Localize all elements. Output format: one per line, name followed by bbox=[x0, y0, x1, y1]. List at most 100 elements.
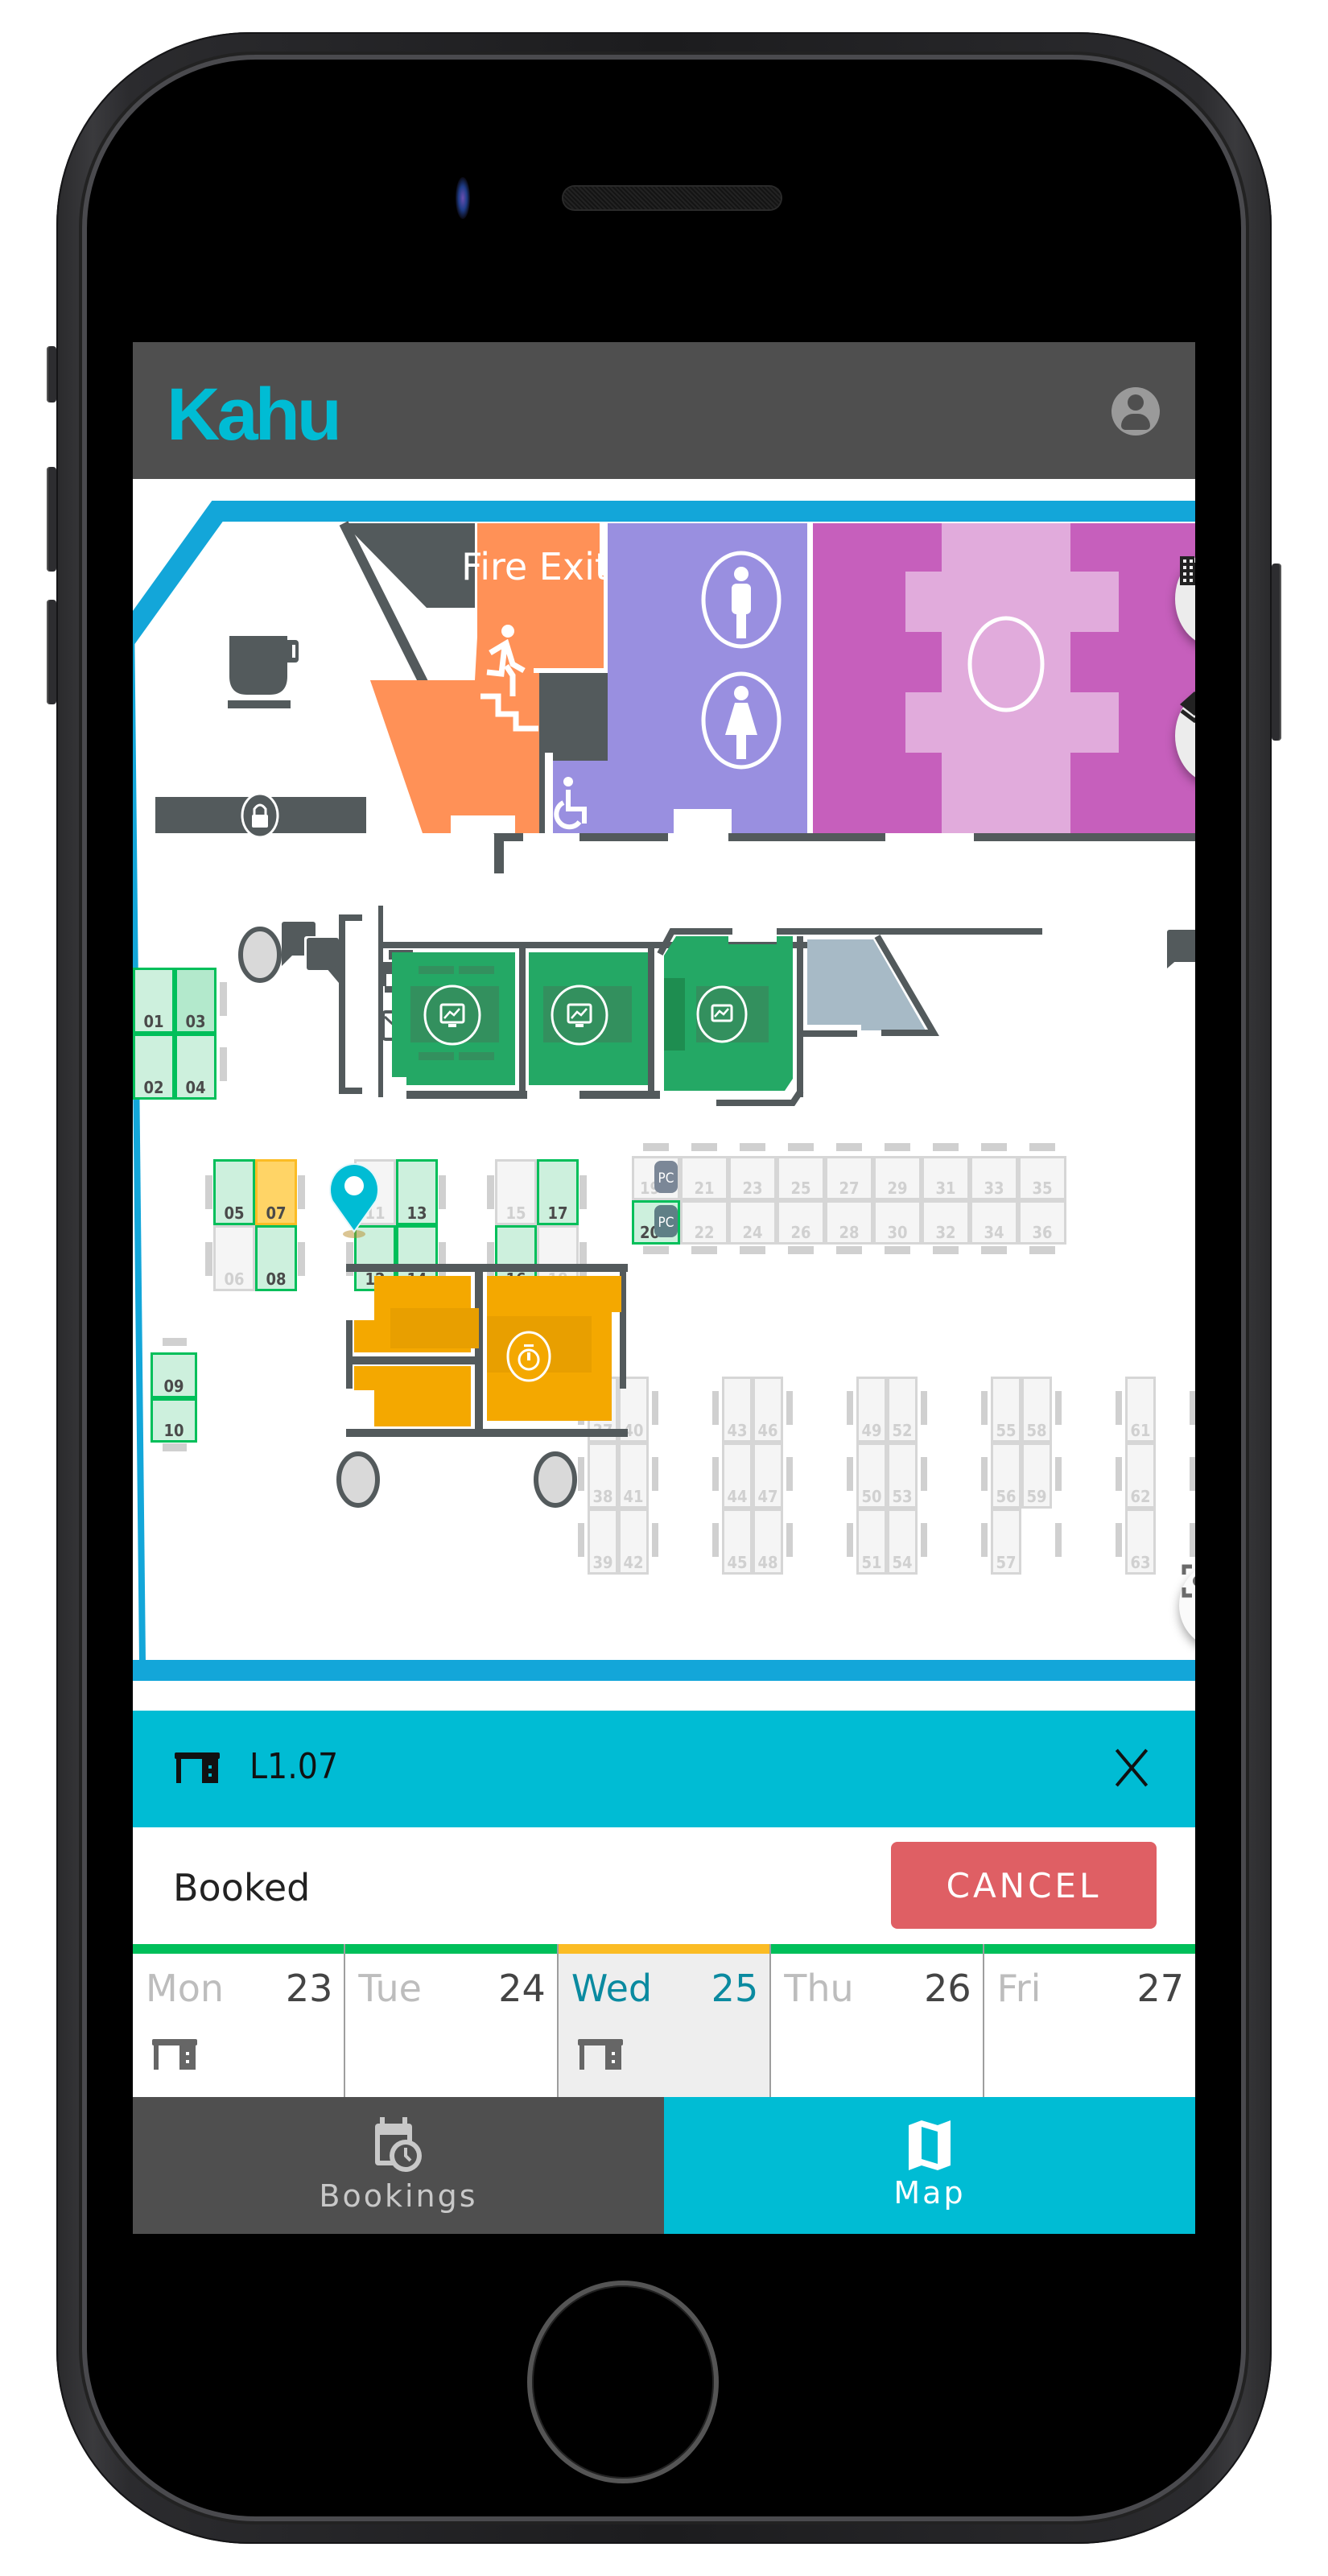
desk-52[interactable]: 52 bbox=[887, 1377, 918, 1443]
chair bbox=[740, 1246, 765, 1254]
desk-08[interactable]: 08 bbox=[255, 1225, 297, 1291]
desk-38[interactable]: 38 bbox=[588, 1443, 618, 1509]
desk-24[interactable]: 24 bbox=[728, 1200, 777, 1245]
desk-51[interactable]: 51 bbox=[856, 1509, 887, 1575]
day-selector: Mon 23 Tue 24 Wed 25 Thu 26 Fri 27 bbox=[133, 1944, 1195, 2097]
desk-59[interactable]: 59 bbox=[1021, 1443, 1052, 1509]
desk-49[interactable]: 49 bbox=[856, 1377, 887, 1443]
desk-30[interactable]: 30 bbox=[873, 1200, 922, 1245]
day-name: Tue bbox=[358, 1967, 422, 2010]
map-icon bbox=[909, 2120, 951, 2170]
chair bbox=[933, 1246, 959, 1254]
chair bbox=[1055, 1391, 1062, 1425]
desk-56[interactable]: 56 bbox=[991, 1443, 1021, 1509]
desk-20[interactable]: 20PC bbox=[632, 1200, 680, 1245]
desk-number: 49 bbox=[861, 1421, 881, 1440]
chair bbox=[836, 1143, 862, 1151]
desk-41[interactable]: 41 bbox=[618, 1443, 649, 1509]
desk-54[interactable]: 54 bbox=[887, 1509, 918, 1575]
day-mon[interactable]: Mon 23 bbox=[133, 1944, 346, 2097]
desk-43[interactable]: 43 bbox=[722, 1377, 753, 1443]
desk-23[interactable]: 23 bbox=[728, 1156, 777, 1200]
chair bbox=[712, 1391, 719, 1425]
meeting-room-1 bbox=[392, 952, 515, 1085]
desk-27[interactable]: 27 bbox=[825, 1156, 873, 1200]
account-circle-icon[interactable] bbox=[1111, 387, 1160, 436]
desk-46[interactable]: 46 bbox=[753, 1377, 783, 1443]
desk-detail-header: L1.07 bbox=[133, 1711, 1195, 1827]
desk-13[interactable]: 13 bbox=[396, 1159, 438, 1225]
day-number: 27 bbox=[1136, 1967, 1185, 2010]
desk-21[interactable]: 21 bbox=[680, 1156, 728, 1200]
desk-number: 13 bbox=[406, 1203, 427, 1223]
desk-19[interactable]: 19PC bbox=[632, 1156, 680, 1200]
floor-plan-svg[interactable]: Fire Exit 1011 13 15 1719PC20PC212223242… bbox=[133, 479, 1195, 1711]
day-tue[interactable]: Tue 24 bbox=[345, 1944, 559, 2097]
desk-01[interactable]: 01 bbox=[133, 968, 175, 1034]
desk-09[interactable]: 09 bbox=[151, 1352, 197, 1398]
desk-number: 06 bbox=[224, 1269, 244, 1289]
desk-55[interactable]: 55 bbox=[991, 1377, 1021, 1443]
desk-62[interactable]: 62 bbox=[1125, 1443, 1156, 1509]
chair bbox=[981, 1457, 988, 1491]
day-wed[interactable]: Wed 25 bbox=[558, 1944, 772, 2097]
desk-05[interactable]: 05 bbox=[213, 1159, 255, 1225]
desk-15[interactable]: 15 bbox=[495, 1159, 537, 1225]
desk-42[interactable]: 42 bbox=[618, 1509, 649, 1575]
desk-02[interactable]: 02 bbox=[133, 1034, 175, 1100]
desk-number: 09 bbox=[163, 1377, 184, 1396]
desk-53[interactable]: 53 bbox=[887, 1443, 918, 1509]
home-button[interactable] bbox=[527, 2281, 719, 2483]
building-icon bbox=[1180, 556, 1195, 585]
tab-bookings[interactable]: Bookings bbox=[133, 2097, 664, 2234]
desk-17[interactable]: 17 bbox=[537, 1159, 579, 1225]
desk-03[interactable]: 03 bbox=[175, 968, 217, 1034]
desk-35[interactable]: 35 bbox=[1018, 1156, 1066, 1200]
desk-34[interactable]: 34 bbox=[970, 1200, 1018, 1245]
desk-26[interactable]: 26 bbox=[777, 1200, 825, 1245]
desk-61[interactable]: 61 bbox=[1125, 1377, 1156, 1443]
desk-06[interactable]: 06 bbox=[213, 1225, 255, 1291]
tab-map[interactable]: Map bbox=[664, 2097, 1195, 2234]
desk-48[interactable]: 48 bbox=[753, 1509, 783, 1575]
chat-icon bbox=[282, 922, 339, 983]
desk-57[interactable]: 57 bbox=[991, 1509, 1021, 1575]
meeting-room-2 bbox=[529, 952, 648, 1085]
desk-10[interactable]: 10 bbox=[151, 1398, 197, 1443]
desk-22[interactable]: 22 bbox=[680, 1200, 728, 1245]
desk-28[interactable]: 28 bbox=[825, 1200, 873, 1245]
desk-47[interactable]: 47 bbox=[753, 1443, 783, 1509]
chair bbox=[643, 1143, 669, 1151]
chair bbox=[788, 1143, 814, 1151]
desk-29[interactable]: 29 bbox=[873, 1156, 922, 1200]
desk-number: 47 bbox=[757, 1487, 777, 1506]
desk-number: 35 bbox=[1032, 1179, 1052, 1198]
close-button[interactable] bbox=[1111, 1748, 1152, 1788]
desk-25[interactable]: 25 bbox=[777, 1156, 825, 1200]
chair bbox=[1190, 1391, 1195, 1425]
desk-45[interactable]: 45 bbox=[722, 1509, 753, 1575]
day-thu[interactable]: Thu 26 bbox=[771, 1944, 984, 2097]
desk-33[interactable]: 33 bbox=[970, 1156, 1018, 1200]
chair bbox=[298, 1242, 305, 1276]
desk-number: 53 bbox=[892, 1487, 912, 1506]
cancel-booking-button[interactable]: CANCEL bbox=[891, 1842, 1157, 1929]
desk-58[interactable]: 58 bbox=[1021, 1377, 1052, 1443]
desk-31[interactable]: 31 bbox=[922, 1156, 970, 1200]
desk-44[interactable]: 44 bbox=[722, 1443, 753, 1509]
desk-63[interactable]: 63 bbox=[1125, 1509, 1156, 1575]
chair bbox=[836, 1246, 862, 1254]
desk-39[interactable]: 39 bbox=[588, 1509, 618, 1575]
booking-status-row: Booked CANCEL bbox=[133, 1827, 1195, 1944]
desk-50[interactable]: 50 bbox=[856, 1443, 887, 1509]
desk-04[interactable]: 04 bbox=[175, 1034, 217, 1100]
desk-07[interactable]: 07 bbox=[255, 1159, 297, 1225]
day-fri[interactable]: Fri 27 bbox=[984, 1944, 1195, 2097]
floor-map[interactable]: Fire Exit 10 11 13 15 17 19 PC 20 PC 21 … bbox=[133, 479, 1195, 1711]
chair bbox=[1116, 1523, 1122, 1557]
chair bbox=[578, 1457, 584, 1491]
desk-36[interactable]: 36 bbox=[1018, 1200, 1066, 1245]
chair bbox=[691, 1143, 717, 1151]
desk-32[interactable]: 32 bbox=[922, 1200, 970, 1245]
chair bbox=[220, 982, 227, 1016]
